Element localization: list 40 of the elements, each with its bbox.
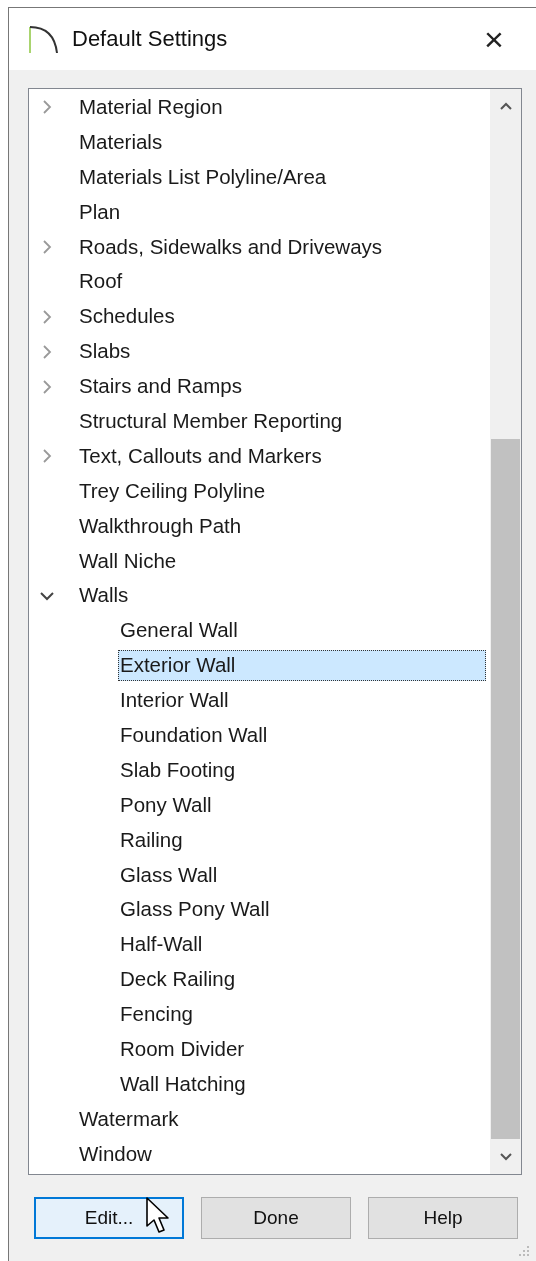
tree-item[interactable]: Glass Wall: [118, 859, 221, 891]
tree-item[interactable]: Plan: [77, 196, 124, 228]
tree-item[interactable]: Roof: [77, 266, 126, 298]
app-logo-icon: [28, 23, 60, 55]
tree-item[interactable]: Walkthrough Path: [77, 510, 245, 542]
done-button[interactable]: Done: [201, 1197, 351, 1239]
tree-item[interactable]: Structural Member Reporting: [77, 405, 346, 437]
tree-item[interactable]: Foundation Wall: [118, 719, 271, 751]
tree-item[interactable]: Railing: [118, 824, 186, 856]
tree-item[interactable]: Deck Railing: [118, 964, 239, 996]
tree-item[interactable]: Glass Pony Wall: [118, 894, 273, 926]
tree-item[interactable]: Text, Callouts and Markers: [77, 440, 325, 472]
tree-item[interactable]: Wall Hatching: [118, 1068, 249, 1100]
tree-item[interactable]: Materials List Polyline/Area: [77, 161, 330, 193]
tree-item[interactable]: Window: [77, 1138, 155, 1170]
tree-item[interactable]: General Wall: [118, 615, 241, 647]
tree-item[interactable]: Fencing: [118, 999, 196, 1031]
window-title: Default Settings: [72, 26, 229, 52]
tree-item[interactable]: Trey Ceiling Polyline: [77, 475, 269, 507]
tree-item[interactable]: Interior Wall: [118, 685, 232, 717]
edit-button[interactable]: Edit...: [34, 1197, 184, 1239]
resize-grip-icon[interactable]: [516, 1244, 530, 1258]
help-button[interactable]: Help: [368, 1197, 518, 1239]
tree-item[interactable]: Walls: [77, 580, 132, 612]
tree-item[interactable]: Schedules: [77, 301, 178, 333]
tree-item[interactable]: Exterior Wall: [118, 650, 486, 682]
tree-item[interactable]: Pony Wall: [118, 789, 215, 821]
tree-item[interactable]: Materials: [77, 126, 166, 158]
tree-item[interactable]: Material Region: [77, 91, 226, 123]
tree-item[interactable]: Wall Niche: [77, 545, 180, 577]
close-icon[interactable]: ×: [474, 22, 514, 56]
tree-item[interactable]: Room Divider: [118, 1034, 248, 1065]
tree-item[interactable]: Half-Wall: [118, 929, 206, 961]
scrollbar-thumb[interactable]: [491, 439, 520, 1139]
tree-item[interactable]: Roads, Sidewalks and Driveways: [77, 231, 386, 263]
scrollbar[interactable]: [490, 89, 521, 1174]
tree-item[interactable]: Slabs: [77, 336, 134, 368]
tree-item[interactable]: Slab Footing: [118, 754, 239, 786]
tree-item[interactable]: Stairs and Ramps: [77, 371, 245, 403]
tree-item[interactable]: Watermark: [77, 1103, 182, 1135]
